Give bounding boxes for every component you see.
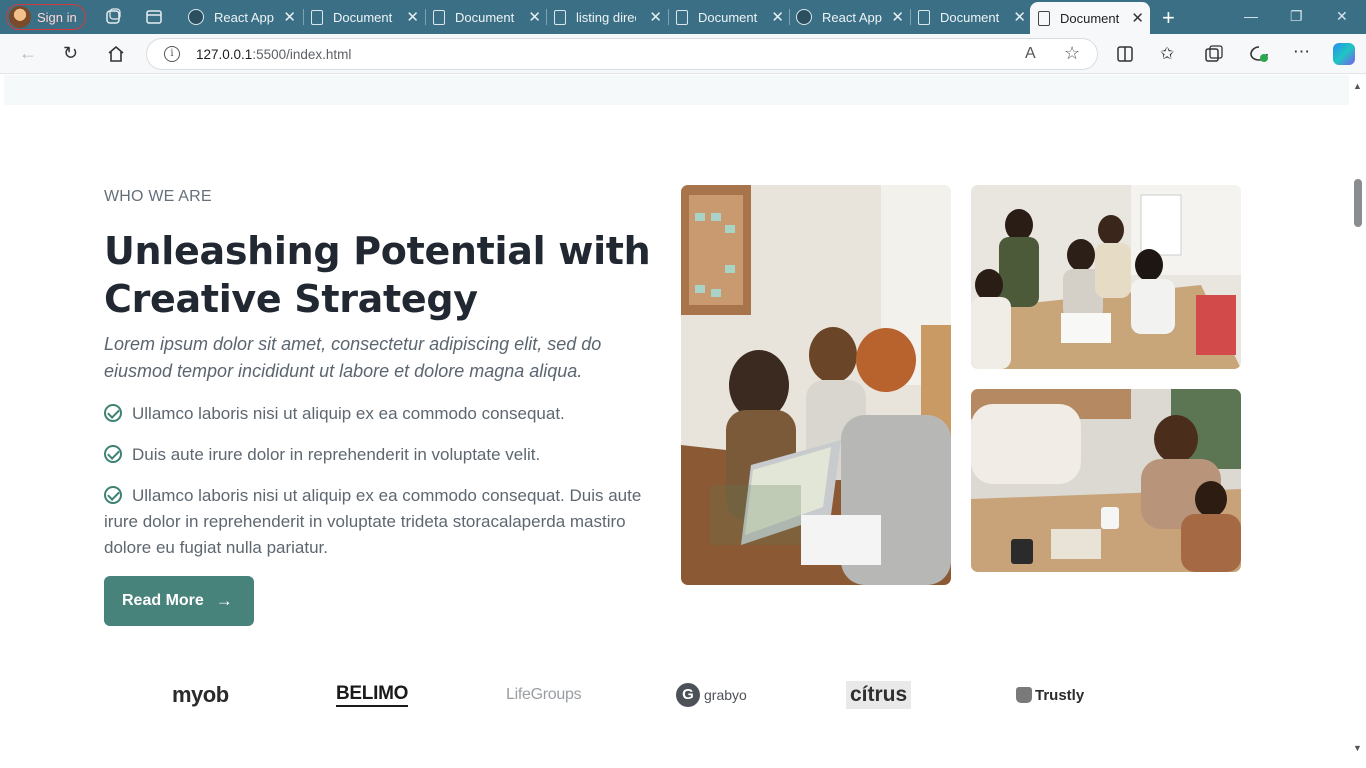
check-circle-icon (104, 486, 122, 504)
tab-label: Document (698, 9, 758, 25)
list-item: Ullamco laboris nisi ut aliquip ex ea co… (104, 401, 649, 427)
sign-in-label: Sign in (37, 9, 77, 25)
favorite-star-icon[interactable]: ☆ (1064, 43, 1080, 64)
tab-document[interactable]: Document ✕ (433, 4, 547, 30)
address-toolbar: ← ↻ i 127.0.0.1:5500/index.html A ☆ ✩ ⋯ (0, 34, 1366, 74)
scroll-down-icon[interactable]: ▼ (1353, 743, 1362, 753)
back-arrow-icon[interactable]: ← (19, 43, 37, 64)
tab-label: Document (455, 9, 515, 25)
close-icon[interactable]: ✕ (283, 8, 296, 26)
check-circle-icon (104, 404, 122, 422)
team-meeting-photo (681, 185, 951, 585)
tab-actions-icon[interactable] (145, 8, 163, 26)
document-icon (311, 9, 323, 25)
tab-label: React App (214, 9, 274, 25)
workspaces-icon[interactable] (104, 8, 122, 26)
list-item: Ullamco laboris nisi ut aliquip ex ea co… (104, 486, 642, 557)
read-more-label: Read More (122, 592, 204, 609)
tab-label: Document (1060, 10, 1120, 26)
close-icon[interactable]: ✕ (771, 8, 784, 26)
section-lead: Lorem ipsum dolor sit amet, consectetur … (104, 334, 602, 381)
page-viewport: WHO WE ARE Unleashing Potential with Cre… (0, 75, 1349, 768)
check-circle-icon (104, 445, 122, 463)
vertical-scrollbar[interactable]: ▲ ▼ (1349, 75, 1366, 768)
document-icon (433, 9, 445, 25)
split-screen-icon[interactable] (1117, 46, 1133, 62)
client-logos: myob BELIM O LifeGroups Ggrabyo cítrus Tr… (150, 675, 1110, 715)
copilot-icon[interactable] (1333, 43, 1355, 65)
tab-label: React App (822, 9, 882, 25)
window-close-icon[interactable]: ✕ (1336, 8, 1348, 25)
section-title: Unleashing Potential with Creative Strat… (104, 229, 651, 321)
refresh-icon[interactable]: ↻ (63, 43, 78, 64)
home-icon[interactable] (107, 45, 125, 63)
document-icon (554, 9, 566, 25)
section-eyebrow: WHO WE ARE (104, 188, 212, 205)
lifegroups-logo: LifeGroups (506, 686, 582, 703)
browser-essentials-icon[interactable] (1249, 45, 1269, 63)
citrus-logo: cítrus (846, 681, 912, 709)
avatar (9, 6, 31, 28)
browser-tab-bar: Sign in React App ✕ Document ✕ Document … (0, 0, 1366, 34)
close-icon[interactable]: ✕ (649, 8, 662, 26)
close-icon[interactable]: ✕ (1013, 8, 1026, 26)
list-item: Duis aute irure dolor in reprehenderit i… (104, 442, 649, 468)
handshake-meeting-photo (971, 389, 1241, 572)
close-icon[interactable]: ✕ (406, 8, 419, 26)
tab-label: listing direc (576, 9, 636, 25)
belimo-logo: BELIM O (336, 675, 408, 715)
header-strip (4, 75, 1349, 105)
document-icon (1038, 10, 1050, 26)
close-icon[interactable]: ✕ (1131, 9, 1144, 27)
more-options-icon[interactable]: ⋯ (1293, 42, 1310, 62)
restore-icon[interactable]: ❐ (1290, 8, 1303, 25)
collections-icon[interactable] (1205, 45, 1223, 63)
tab-react-app[interactable]: React App ✕ (188, 4, 302, 30)
tab-listing-directory[interactable]: listing direc ✕ (554, 4, 668, 30)
team-collaboration-photo (971, 185, 1241, 369)
close-icon[interactable]: ✕ (528, 8, 541, 26)
close-icon[interactable]: ✕ (891, 8, 904, 26)
scroll-up-icon[interactable]: ▲ (1353, 81, 1362, 91)
myob-logo: myob (172, 682, 229, 707)
tab-react-app[interactable]: React App ✕ (796, 4, 910, 30)
minimize-icon[interactable]: ― (1244, 8, 1258, 24)
site-info-icon[interactable]: i (164, 46, 180, 62)
scrollbar-thumb[interactable] (1354, 179, 1362, 227)
react-icon (796, 9, 812, 25)
grabyo-logo: Ggrabyo (676, 675, 747, 715)
react-icon (188, 9, 204, 25)
read-aloud-icon[interactable]: A (1025, 45, 1036, 63)
tab-label: Document (940, 9, 1000, 25)
feature-list: Ullamco laboris nisi ut aliquip ex ea co… (104, 401, 649, 576)
document-icon (918, 9, 930, 25)
arrow-right-icon: → (215, 591, 233, 610)
favorites-icon[interactable]: ✩ (1160, 44, 1174, 64)
shopping-bag-icon (1016, 687, 1032, 703)
tab-document[interactable]: Document ✕ (676, 4, 790, 30)
tab-document[interactable]: Document ✕ (918, 4, 1032, 30)
trustly-logo: Trustly (1016, 675, 1084, 715)
url-text: 127.0.0.1:5500/index.html (196, 46, 352, 62)
tab-document-active[interactable]: Document ✕ (1030, 2, 1150, 34)
new-tab-icon[interactable]: + (1162, 5, 1175, 31)
document-icon (676, 9, 688, 25)
tab-document[interactable]: Document ✕ (311, 4, 425, 30)
tab-label: Document (333, 9, 393, 25)
address-bar[interactable]: i 127.0.0.1:5500/index.html A ☆ (146, 38, 1098, 70)
read-more-button[interactable]: Read More → (104, 576, 254, 626)
sign-in-button[interactable]: Sign in (6, 4, 86, 30)
